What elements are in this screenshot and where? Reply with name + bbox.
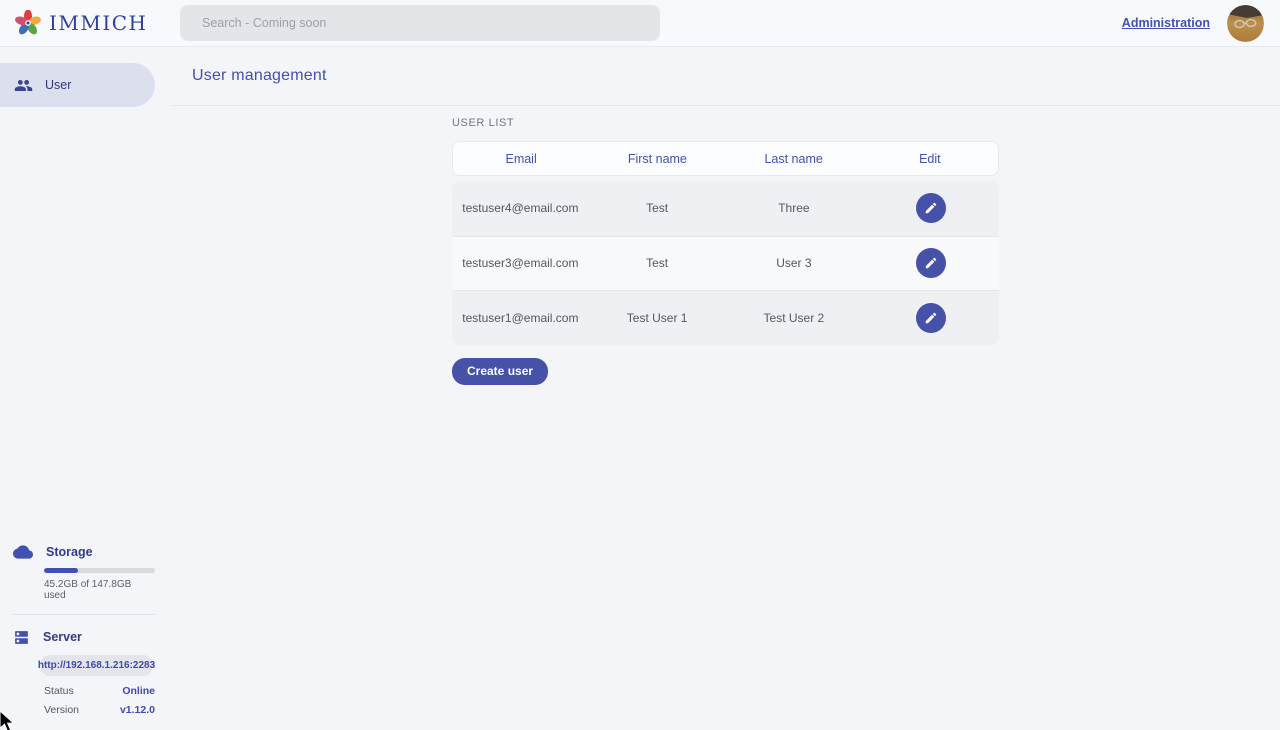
pencil-icon	[924, 201, 938, 215]
server-title: Server	[43, 630, 82, 644]
user-avatar[interactable]	[1227, 5, 1264, 42]
server-status-value: Online	[122, 685, 155, 697]
immich-logo[interactable]: IMMICH	[0, 10, 165, 36]
app-title: IMMICH	[49, 11, 148, 35]
table-row: testuser4@email.com Test Three	[452, 181, 999, 236]
search-input[interactable]	[180, 5, 660, 41]
user-email: testuser3@email.com	[452, 256, 589, 270]
column-header-edit: Edit	[862, 152, 998, 166]
user-last-name: Test User 2	[726, 311, 863, 325]
server-status-label: Status	[44, 685, 74, 697]
server-version-label: Version	[44, 704, 79, 716]
sidebar-item-user-label: User	[45, 78, 71, 92]
pencil-icon	[924, 311, 938, 325]
page-title: User management	[192, 67, 327, 85]
page-header: User management	[171, 47, 1280, 106]
user-table-body: testuser4@email.com Test Three testuser3…	[452, 181, 999, 345]
column-header-last-name: Last name	[726, 152, 862, 166]
edit-user-button[interactable]	[916, 193, 946, 223]
server-version-value: v1.12.0	[120, 704, 155, 716]
edit-user-button[interactable]	[916, 303, 946, 333]
administration-link[interactable]: Administration	[1122, 16, 1210, 30]
sidebar-status-panel: Storage 45.2GB of 147.8GB used Server ht…	[0, 542, 171, 716]
table-row: testuser3@email.com Test User 3	[452, 236, 999, 291]
sidebar-item-user[interactable]: User	[0, 63, 155, 107]
server-icon	[13, 629, 30, 646]
immich-flower-icon	[15, 10, 41, 36]
sidebar-divider	[13, 614, 155, 615]
user-last-name: Three	[726, 201, 863, 215]
user-email: testuser4@email.com	[452, 201, 589, 215]
storage-progress-bar	[44, 568, 155, 573]
storage-usage-caption: 45.2GB of 147.8GB used	[44, 579, 155, 601]
admin-sidebar: User Storage 45.2GB of 147.8GB used Serv…	[0, 47, 171, 730]
pencil-icon	[924, 256, 938, 270]
user-last-name: User 3	[726, 256, 863, 270]
cloud-icon	[13, 545, 33, 559]
user-first-name: Test	[589, 201, 726, 215]
user-table-header: Email First name Last name Edit	[452, 141, 999, 176]
server-url-badge: http://192.168.1.216:2283	[40, 655, 153, 676]
user-table: Email First name Last name Edit testuser…	[452, 141, 999, 345]
column-header-first-name: First name	[589, 152, 725, 166]
edit-user-button[interactable]	[916, 248, 946, 278]
user-first-name: Test	[589, 256, 726, 270]
main-content: User management USER LIST Email First na…	[171, 47, 1280, 730]
storage-title: Storage	[46, 545, 93, 559]
user-email: testuser1@email.com	[452, 311, 589, 325]
top-navbar: IMMICH Administration	[0, 0, 1280, 47]
create-user-button[interactable]: Create user	[452, 358, 548, 385]
table-row: testuser1@email.com Test User 1 Test Use…	[452, 290, 999, 345]
user-list-label: USER LIST	[452, 117, 1280, 129]
people-icon	[14, 76, 33, 95]
user-first-name: Test User 1	[589, 311, 726, 325]
storage-progress-fill	[44, 568, 78, 573]
column-header-email: Email	[453, 152, 589, 166]
